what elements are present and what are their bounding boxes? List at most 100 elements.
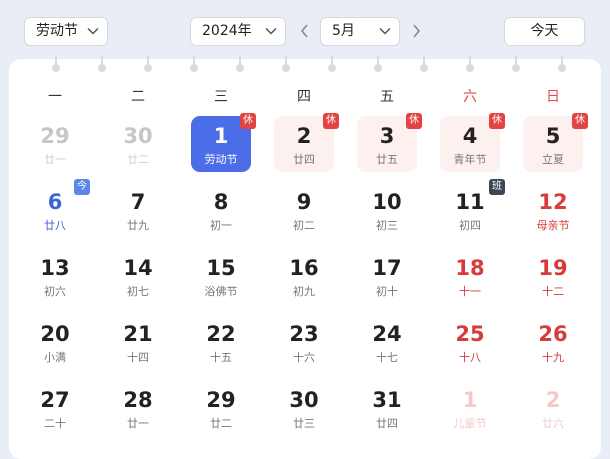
day-number: 7 [130, 190, 146, 214]
lunar-label: 立夏 [542, 153, 564, 166]
day-cell[interactable]: 14 初七 [108, 248, 168, 304]
day-number: 27 [40, 388, 70, 412]
day-cell[interactable]: 8 初一 [191, 182, 251, 238]
lunar-label: 十一 [459, 285, 481, 298]
day-cell[interactable]: 5 立夏休 [523, 113, 588, 172]
lunar-label: 廿八 [44, 219, 66, 232]
day-number: 29 [40, 124, 70, 148]
day-cell[interactable]: 11 初四班 [440, 179, 505, 238]
lunar-label: 小满 [44, 351, 66, 364]
day-cell[interactable]: 16 初九 [274, 248, 334, 304]
chevron-down-icon [379, 27, 391, 35]
day-cell[interactable]: 3 廿五休 [357, 113, 422, 172]
day-badge: 休 [572, 113, 588, 129]
day-number: 17 [372, 256, 402, 280]
lunar-label: 十八 [459, 351, 481, 364]
prev-month-icon[interactable] [299, 22, 311, 40]
binder-ring [374, 64, 382, 72]
day-cell[interactable]: 1 儿童节 [440, 380, 500, 436]
month-select[interactable]: 5月 [320, 17, 400, 46]
day-cell[interactable]: 10 初三 [357, 182, 417, 238]
binder-ring [328, 64, 336, 72]
day-cell[interactable]: 26 十九 [523, 314, 583, 370]
day-cell[interactable]: 1 劳动节休 [191, 113, 256, 172]
day-cell[interactable]: 13 初六 [25, 248, 85, 304]
weekday-label: 五 [380, 89, 394, 105]
holiday-select[interactable]: 劳动节 [24, 17, 108, 46]
weekday-label: 二 [131, 89, 145, 105]
day-cell[interactable]: 29 廿二 [191, 380, 251, 436]
binder-ring [420, 64, 428, 72]
binder-ring [98, 64, 106, 72]
day-cell[interactable]: 7 廿九 [108, 182, 168, 238]
day-cell[interactable]: 22 十五 [191, 314, 251, 370]
lunar-label: 浴佛节 [204, 285, 238, 298]
day-number: 23 [289, 322, 319, 346]
day-number: 8 [213, 190, 229, 214]
weekday-label: 六 [463, 89, 477, 105]
day-number: 14 [123, 256, 153, 280]
lunar-label: 十五 [210, 351, 232, 364]
day-cell[interactable]: 19 十二 [523, 248, 583, 304]
day-number: 9 [296, 190, 312, 214]
day-cell[interactable]: 17 初十 [357, 248, 417, 304]
lunar-label: 十四 [127, 351, 149, 364]
day-number: 20 [40, 322, 70, 346]
day-cell[interactable]: 2 廿四休 [274, 113, 339, 172]
lunar-label: 十九 [542, 351, 564, 364]
day-cell[interactable]: 25 十八 [440, 314, 500, 370]
year-select[interactable]: 2024年 [190, 17, 286, 46]
lunar-label: 廿九 [127, 219, 149, 232]
day-badge: 休 [406, 113, 422, 129]
lunar-label: 初三 [376, 219, 398, 232]
day-cell[interactable]: 28 廿一 [108, 380, 168, 436]
day-cell[interactable]: 21 十四 [108, 314, 168, 370]
lunar-label: 初九 [293, 285, 315, 298]
day-cell[interactable]: 29 廿一 [25, 116, 85, 172]
lunar-label: 廿一 [127, 417, 149, 430]
lunar-label: 青年节 [453, 153, 487, 166]
day-cell[interactable]: 18 十一 [440, 248, 500, 304]
weekday-label: 三 [214, 89, 228, 105]
day-number: 28 [123, 388, 153, 412]
day-cell[interactable]: 24 十七 [357, 314, 417, 370]
lunar-label: 劳动节 [204, 153, 238, 166]
lunar-label: 廿四 [293, 153, 315, 166]
day-number: 29 [206, 388, 236, 412]
day-number: 15 [206, 256, 236, 280]
day-cell[interactable]: 30 廿三 [274, 380, 334, 436]
day-badge: 休 [489, 113, 505, 129]
calendar-toolbar: 劳动节 2024年 5月 今天 [0, 0, 610, 60]
binder-ring [558, 64, 566, 72]
day-cell[interactable]: 23 十六 [274, 314, 334, 370]
lunar-label: 十六 [293, 351, 315, 364]
today-button[interactable]: 今天 [504, 17, 585, 46]
day-cell[interactable]: 31 廿四 [357, 380, 417, 436]
day-number: 30 [123, 124, 153, 148]
next-month-icon[interactable] [410, 22, 422, 40]
lunar-label: 儿童节 [453, 417, 487, 430]
lunar-label: 廿四 [376, 417, 398, 430]
day-cell[interactable]: 2 廿六 [523, 380, 583, 436]
day-cell[interactable]: 15 浴佛节 [191, 248, 251, 304]
binder-ring [144, 64, 152, 72]
day-number: 22 [206, 322, 236, 346]
day-badge: 班 [489, 179, 505, 195]
lunar-label: 初十 [376, 285, 398, 298]
lunar-label: 廿六 [542, 417, 564, 430]
chevron-down-icon [265, 27, 277, 35]
day-cell[interactable]: 12 母亲节 [523, 182, 583, 238]
day-badge: 休 [240, 113, 256, 129]
day-number: 25 [455, 322, 485, 346]
day-cell[interactable]: 27 二十 [25, 380, 85, 436]
month-select-value: 5月 [332, 23, 355, 39]
day-cell[interactable]: 9 初二 [274, 182, 334, 238]
day-badge: 今 [74, 179, 90, 195]
lunar-label: 廿五 [376, 153, 398, 166]
day-cell[interactable]: 30 廿二 [108, 116, 168, 172]
binder-ring [190, 64, 198, 72]
day-cell[interactable]: 6 廿八今 [25, 179, 90, 238]
day-cell[interactable]: 20 小满 [25, 314, 85, 370]
binder-ring [512, 64, 520, 72]
day-cell[interactable]: 4 青年节休 [440, 113, 505, 172]
